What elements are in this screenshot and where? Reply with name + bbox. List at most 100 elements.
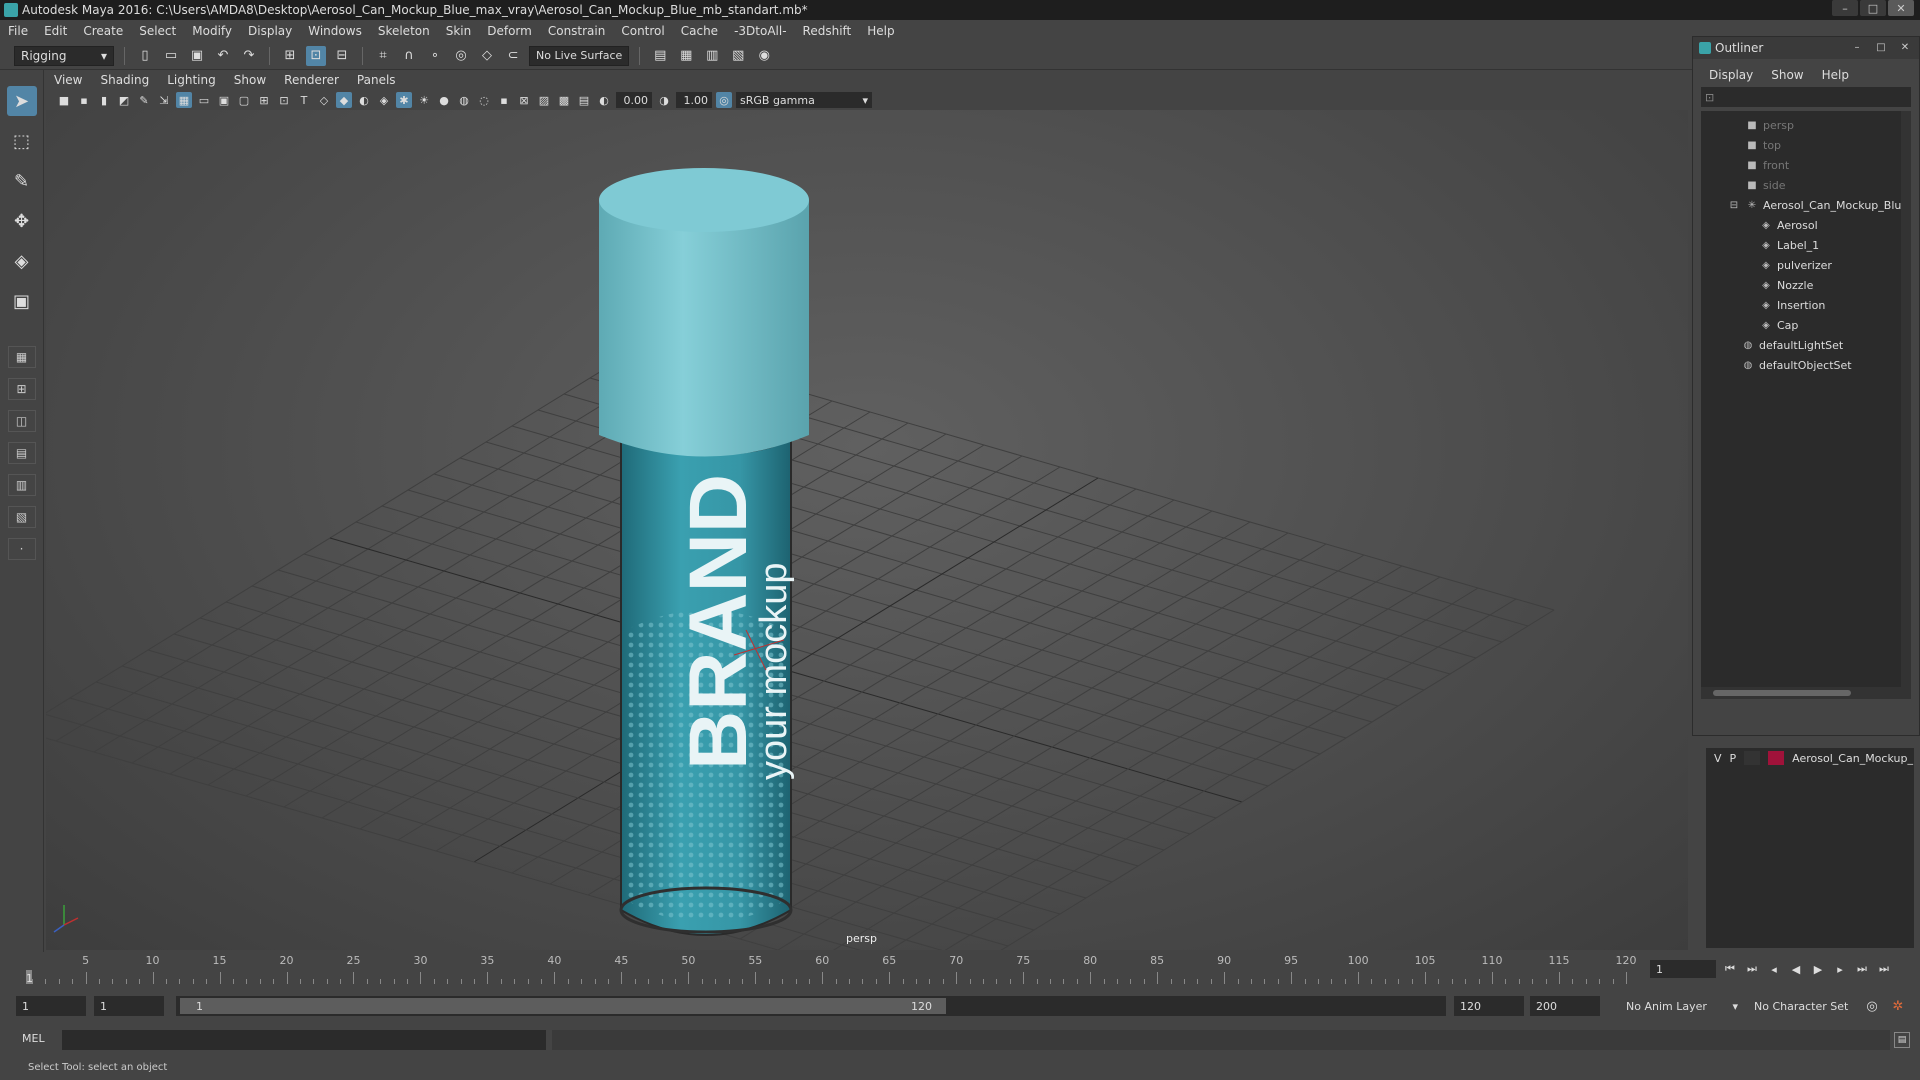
menu-deform[interactable]: Deform: [487, 24, 532, 38]
use-all-lights-icon[interactable]: ✱: [396, 92, 412, 108]
single-view-layout-icon[interactable]: ▦: [7, 346, 36, 368]
menu-constrain[interactable]: Constrain: [548, 24, 606, 38]
menu-create[interactable]: Create: [83, 24, 123, 38]
live-surface-field[interactable]: No Live Surface: [529, 45, 630, 66]
ambient-occlusion-icon[interactable]: ●: [436, 92, 452, 108]
scrollbar-thumb[interactable]: [1713, 690, 1851, 696]
menu-windows[interactable]: Windows: [308, 24, 362, 38]
render-view-icon[interactable]: ▧: [728, 46, 748, 66]
snap-view-icon[interactable]: ◎: [451, 46, 471, 66]
menuset-dropdown[interactable]: Rigging ▾: [14, 45, 114, 66]
outliner-maximize-button[interactable]: □: [1871, 39, 1891, 55]
mel-language-label[interactable]: MEL: [22, 1032, 45, 1045]
field-chart-icon[interactable]: ⊞: [256, 92, 272, 108]
snap-grid-icon[interactable]: ⌗: [373, 46, 393, 66]
outliner-close-button[interactable]: ✕: [1895, 39, 1915, 55]
layer-row[interactable]: V P Aerosol_Can_Mockup_: [1706, 748, 1914, 768]
panel-menu-lighting[interactable]: Lighting: [167, 73, 216, 87]
four-view-layout-icon[interactable]: ⊞: [7, 378, 36, 400]
select-tool-icon[interactable]: ➤: [6, 86, 37, 116]
rotate-tool-icon[interactable]: ◈: [7, 246, 37, 276]
animation-preferences-icon[interactable]: ✲: [1888, 996, 1908, 1016]
move-tool-icon[interactable]: ✥: [7, 206, 37, 236]
outliner-item-label[interactable]: ◈ Label_1: [1701, 235, 1911, 255]
grid-toggle-icon[interactable]: ▦: [176, 92, 192, 108]
maximize-button[interactable]: □: [1860, 0, 1886, 16]
time-ruler[interactable]: 5 10 15 20 25 30 35 40 45 50 55 60 65 70 75 80 85 90 95 100…: [28, 952, 1642, 986]
menu-modify[interactable]: Modify: [192, 24, 232, 38]
command-input[interactable]: [62, 1030, 546, 1050]
isolate-select-icon[interactable]: ⊠: [516, 92, 532, 108]
view-transform-dropdown[interactable]: sRGB gamma ▾: [736, 92, 872, 108]
xray-joints-icon[interactable]: ▩: [556, 92, 572, 108]
motion-blur-icon[interactable]: ◍: [456, 92, 472, 108]
collapse-icon[interactable]: ⊟: [1727, 199, 1741, 211]
gamma-icon[interactable]: ◑: [656, 92, 672, 108]
panel-menu-show[interactable]: Show: [234, 73, 266, 87]
new-scene-icon[interactable]: ▯: [135, 46, 155, 66]
layer-visibility-toggle[interactable]: V: [1714, 752, 1722, 765]
undo-icon[interactable]: ↶: [213, 46, 233, 66]
snap-surface-icon[interactable]: ◇: [477, 46, 497, 66]
3d-viewport[interactable]: BRAND your mockup: [46, 110, 1688, 950]
character-set-dropdown[interactable]: No Character Set: [1750, 996, 1860, 1016]
outliner-item-defaultobjectset[interactable]: ◍ defaultObjectSet: [1701, 355, 1911, 375]
close-button[interactable]: ✕: [1888, 0, 1914, 16]
animation-start-field[interactable]: 1: [16, 996, 86, 1016]
outliner-item-aerosol[interactable]: ◈ Aerosol: [1701, 215, 1911, 235]
redo-icon[interactable]: ↷: [239, 46, 259, 66]
color-management-icon[interactable]: ◎: [716, 92, 732, 108]
anim-layer-dropdown[interactable]: No Anim Layer ▾: [1622, 996, 1740, 1016]
persp-outliner-layout-icon[interactable]: ▤: [7, 442, 36, 464]
outliner-item-insertion[interactable]: ◈ Insertion: [1701, 295, 1911, 315]
outliner-horizontal-scrollbar[interactable]: [1701, 687, 1911, 699]
snap-curve-icon[interactable]: ∩: [399, 46, 419, 66]
menu-edit[interactable]: Edit: [44, 24, 67, 38]
gate-mask-icon[interactable]: ▢: [236, 92, 252, 108]
xray-components-icon[interactable]: ▤: [576, 92, 592, 108]
time-slider[interactable]: 5 10 15 20 25 30 35 40 45 50 55 60 65 70 75 80 85 90 95 100…: [0, 952, 1920, 986]
outliner-item-group[interactable]: ⊟ ✳ Aerosol_Can_Mockup_Blue: [1701, 195, 1911, 215]
smooth-shade-icon[interactable]: ◆: [336, 92, 352, 108]
xray-icon[interactable]: ▨: [536, 92, 552, 108]
magnet-icon[interactable]: ⊂: [503, 46, 523, 66]
play-forwards-icon[interactable]: ▶: [1810, 960, 1826, 978]
go-to-start-icon[interactable]: ⏮: [1722, 960, 1738, 978]
panel-menu-renderer[interactable]: Renderer: [284, 73, 339, 87]
range-slider-thumb[interactable]: 1 120: [180, 998, 946, 1014]
playback-start-field[interactable]: 1: [94, 996, 164, 1016]
exposure-icon[interactable]: ◐: [596, 92, 612, 108]
safe-action-icon[interactable]: ⊡: [276, 92, 292, 108]
outliner-item-top[interactable]: ■ top: [1701, 135, 1911, 155]
film-gate-icon[interactable]: ▭: [196, 92, 212, 108]
render-frame-icon[interactable]: ▦: [676, 46, 696, 66]
menu-skeleton[interactable]: Skeleton: [378, 24, 430, 38]
outliner-menu-display[interactable]: Display: [1709, 68, 1753, 82]
menu-cache[interactable]: Cache: [681, 24, 718, 38]
menu-skin[interactable]: Skin: [446, 24, 472, 38]
menu-3dtoall[interactable]: -3DtoAll-: [734, 24, 786, 38]
ipr-render-icon[interactable]: ▥: [702, 46, 722, 66]
layer-type-swatch[interactable]: [1744, 751, 1761, 765]
menu-control[interactable]: Control: [621, 24, 664, 38]
playback-end-field[interactable]: 120: [1454, 996, 1524, 1016]
scale-tool-icon[interactable]: ▣: [7, 286, 37, 316]
select-hierarchy-icon[interactable]: ⊞: [280, 46, 300, 66]
outliner-item-persp[interactable]: ■ persp: [1701, 115, 1911, 135]
auto-key-icon[interactable]: ◎: [1862, 996, 1882, 1016]
outliner-item-pulverizer[interactable]: ◈ pulverizer: [1701, 255, 1911, 275]
exposure-field[interactable]: 0.00: [616, 92, 652, 108]
menu-help[interactable]: Help: [867, 24, 894, 38]
bookmark-icon[interactable]: ▮: [96, 92, 112, 108]
outliner-item-cap[interactable]: ◈ Cap: [1701, 315, 1911, 335]
2d-pan-zoom-icon[interactable]: ⇲: [156, 92, 172, 108]
outliner-item-nozzle[interactable]: ◈ Nozzle: [1701, 275, 1911, 295]
outliner-search-input[interactable]: ⊡: [1701, 87, 1911, 107]
outliner-item-defaultlightset[interactable]: ◍ defaultLightSet: [1701, 335, 1911, 355]
default-material-icon[interactable]: ◐: [356, 92, 372, 108]
outliner-item-side[interactable]: ■ side: [1701, 175, 1911, 195]
depth-of-field-icon[interactable]: ▪: [496, 92, 512, 108]
select-component-icon[interactable]: ⊟: [332, 46, 352, 66]
select-object-icon[interactable]: ⊡: [306, 45, 326, 66]
camera-attributes-icon[interactable]: ■: [56, 92, 72, 108]
